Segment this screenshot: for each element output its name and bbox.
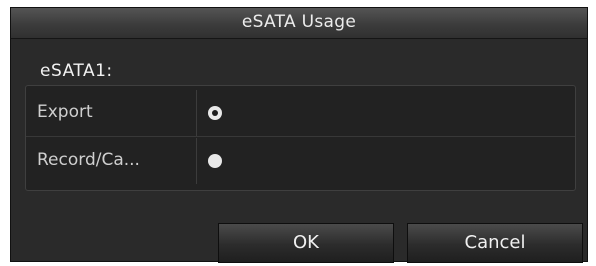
dialog-title: eSATA Usage — [241, 12, 357, 32]
dialog-title-bar: eSATA Usage — [11, 8, 587, 39]
option-label-export: Export — [37, 102, 93, 122]
device-label: eSATA1: — [40, 61, 113, 81]
usage-options-table: Export Record/Ca... — [25, 85, 576, 191]
ok-button[interactable]: OK — [218, 223, 394, 263]
radio-export[interactable] — [208, 106, 222, 120]
cancel-button[interactable]: Cancel — [407, 223, 583, 263]
esata-usage-dialog: eSATA Usage eSATA1: Export Record/Ca... … — [10, 7, 588, 263]
column-divider — [196, 90, 197, 136]
radio-record[interactable] — [208, 154, 222, 168]
option-row-record[interactable]: Record/Ca... — [26, 138, 575, 184]
option-label-record: Record/Ca... — [37, 150, 140, 170]
column-divider — [196, 138, 197, 184]
option-row-export[interactable]: Export — [26, 90, 575, 137]
